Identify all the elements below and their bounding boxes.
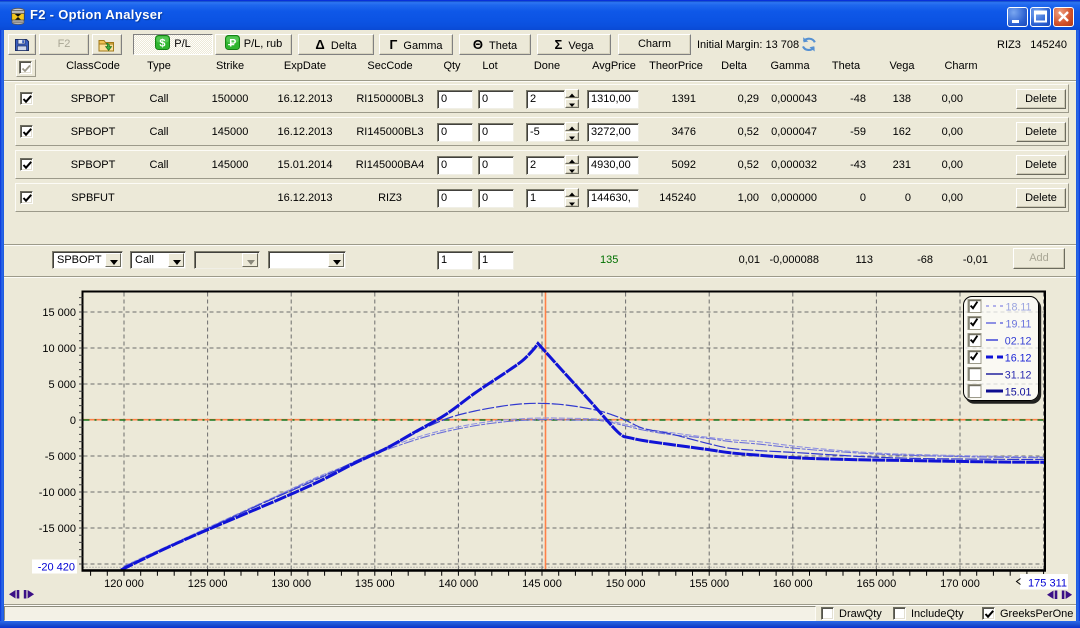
svg-text:-10 000: -10 000 [39, 487, 76, 499]
svg-text:16.12: 16.12 [1005, 353, 1032, 365]
svg-text:02.12: 02.12 [1005, 336, 1032, 348]
svg-text:19.11: 19.11 [1006, 319, 1032, 331]
svg-text:0: 0 [70, 415, 76, 427]
svg-text:165 000: 165 000 [857, 578, 897, 590]
svg-text:160 000: 160 000 [773, 578, 813, 590]
svg-text:5 000: 5 000 [48, 379, 76, 391]
svg-text:175 311: 175 311 [1028, 578, 1067, 590]
svg-text:145 000: 145 000 [522, 578, 562, 590]
svg-text:135 000: 135 000 [355, 578, 395, 590]
svg-text:130 000: 130 000 [271, 578, 311, 590]
svg-text:31.12: 31.12 [1005, 370, 1032, 382]
svg-text:-5 000: -5 000 [45, 451, 76, 463]
svg-text:-15 000: -15 000 [39, 523, 76, 535]
svg-text:18.11: 18.11 [1006, 302, 1032, 314]
svg-text:150 000: 150 000 [606, 578, 646, 590]
svg-text:155 000: 155 000 [689, 578, 729, 590]
svg-text:120 000: 120 000 [104, 578, 144, 590]
svg-text:10 000: 10 000 [42, 343, 76, 355]
svg-text:-20 420: -20 420 [38, 562, 75, 574]
svg-text:170 000: 170 000 [940, 578, 980, 590]
svg-text:125 000: 125 000 [188, 578, 228, 590]
svg-text:15.01: 15.01 [1005, 387, 1032, 399]
svg-text:15 000: 15 000 [42, 307, 76, 319]
svg-text:140 000: 140 000 [439, 578, 479, 590]
